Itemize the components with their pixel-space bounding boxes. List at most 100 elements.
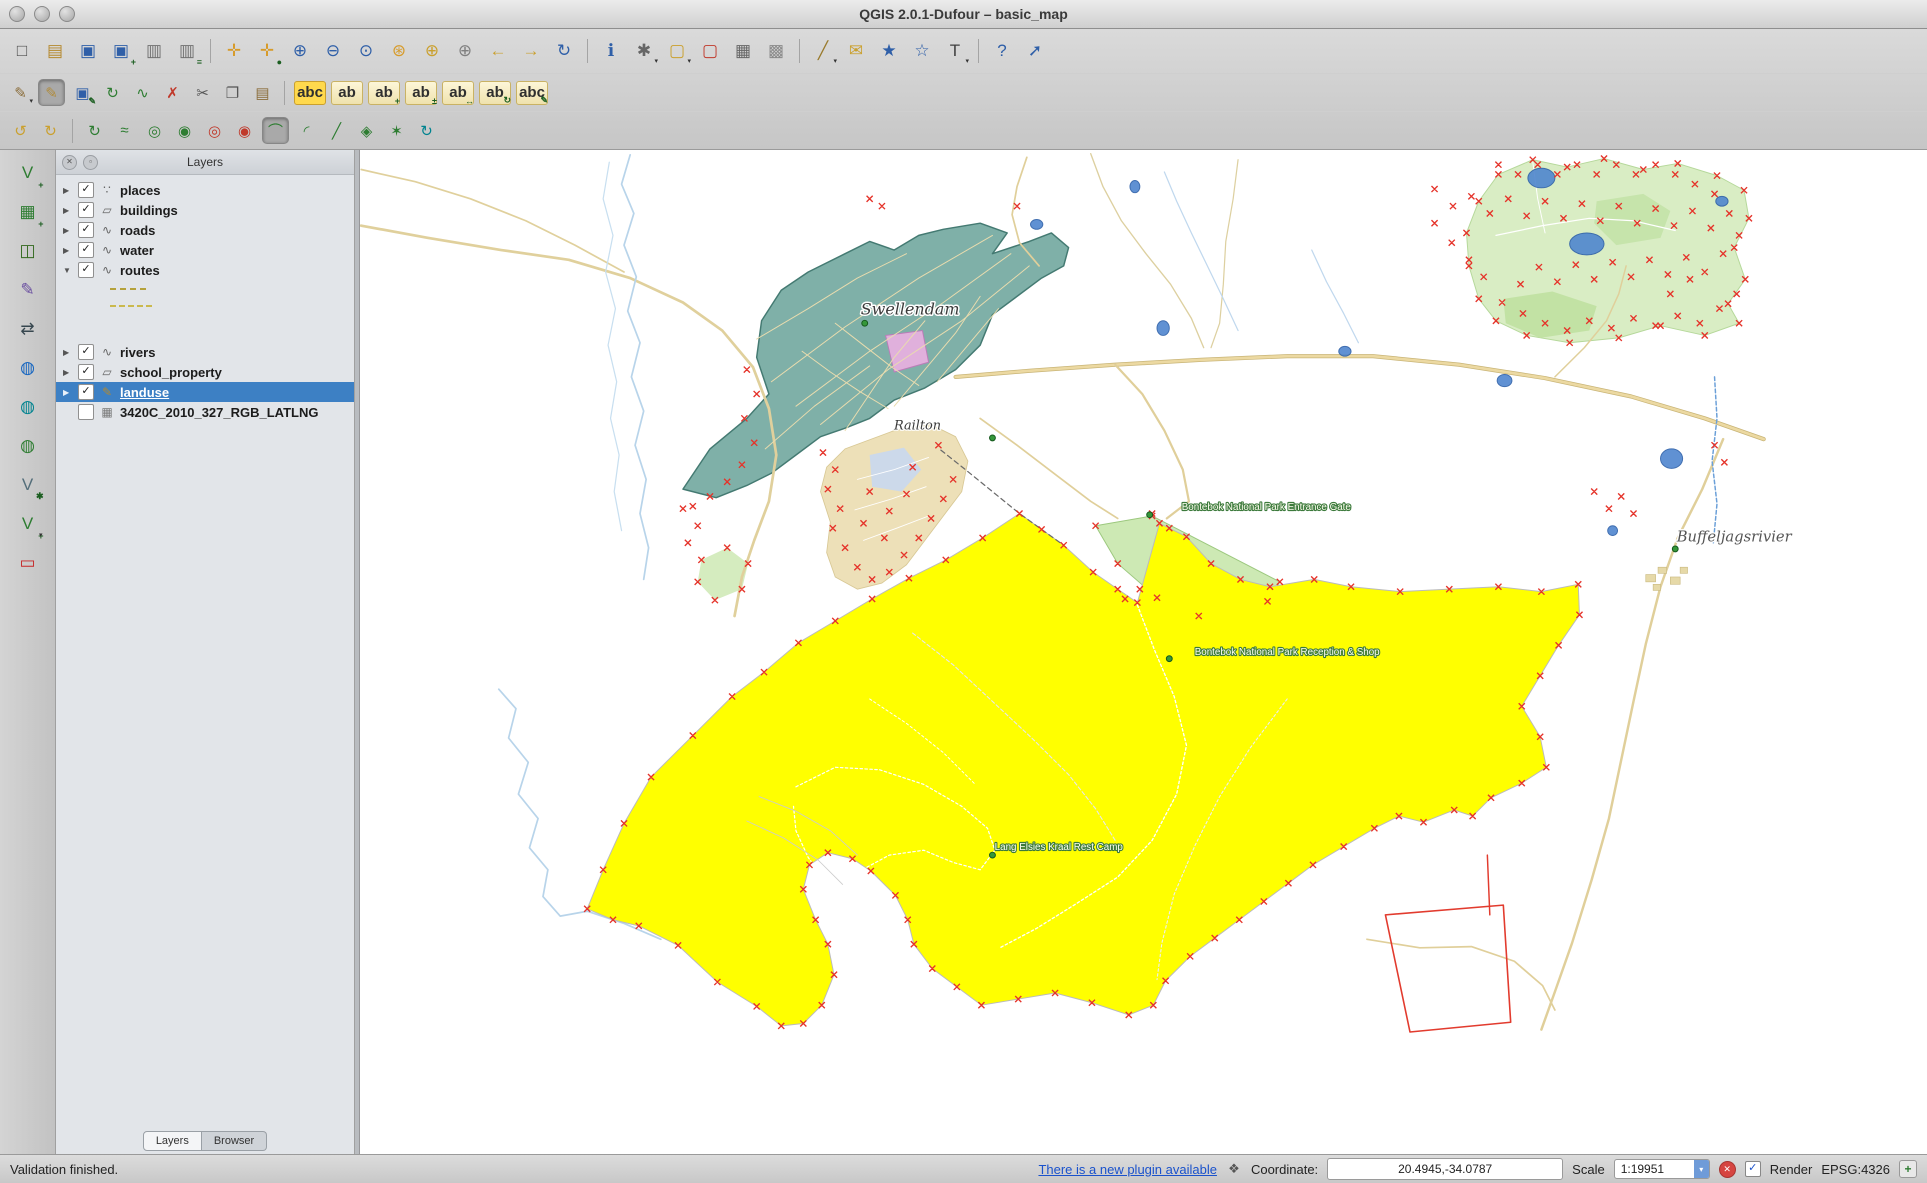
save-project-icon[interactable]: ▣: [74, 37, 102, 65]
layer-item-rivers[interactable]: ▶✓∿rivers: [56, 342, 354, 362]
zoom-full-extent-icon[interactable]: ⊛: [385, 37, 413, 65]
coordinate-input[interactable]: [1327, 1158, 1563, 1180]
layer-visibility-checkbox[interactable]: ✓: [78, 182, 94, 198]
layer-item-school_property[interactable]: ▶✓▱school_property: [56, 362, 354, 382]
layer-item-places[interactable]: ▶✓∵places: [56, 180, 354, 200]
zoom-out-icon[interactable]: ⊖: [319, 37, 347, 65]
pan-to-selection-icon[interactable]: ✛●: [253, 37, 281, 65]
panel-tab-browser[interactable]: Browser: [202, 1131, 267, 1151]
save-project-as-icon[interactable]: ▣+: [107, 37, 135, 65]
layer-item-roads[interactable]: ▶✓∿roads: [56, 220, 354, 240]
stop-render-icon[interactable]: ✕: [1719, 1161, 1736, 1178]
add-part-icon[interactable]: ◉: [172, 118, 197, 143]
label-toolbar-highlight-icon[interactable]: abc: [294, 81, 326, 105]
layer-visibility-checkbox[interactable]: ✓: [78, 384, 94, 400]
delete-selected-icon[interactable]: ✗: [160, 80, 185, 105]
reshape-features-icon[interactable]: ⌒: [262, 117, 289, 144]
map-tips-icon[interactable]: ✉: [842, 37, 870, 65]
save-layer-edits-icon[interactable]: ▣✎: [70, 80, 95, 105]
select-features-icon[interactable]: ▢▾: [663, 37, 691, 65]
show-hide-labels-icon[interactable]: ab±: [405, 81, 437, 105]
open-project-icon[interactable]: ▤: [41, 37, 69, 65]
layer-item-water[interactable]: ▶✓∿water: [56, 240, 354, 260]
rotate-features-icon[interactable]: ↻: [82, 118, 107, 143]
close-window-button[interactable]: [9, 6, 25, 22]
whats-this-icon[interactable]: ➚: [1021, 37, 1049, 65]
zoom-to-layer-icon[interactable]: ⊕: [451, 37, 479, 65]
zoom-window-button[interactable]: [59, 6, 75, 22]
move-label-icon[interactable]: ab↔: [442, 81, 474, 105]
layer-visibility-checkbox[interactable]: ✓: [78, 242, 94, 258]
composer-manager-icon[interactable]: ▥≡: [173, 37, 201, 65]
measure-line-icon[interactable]: ╱▾: [809, 37, 837, 65]
expand-arrow-icon[interactable]: ▶: [63, 348, 73, 357]
add-spatialite-layer-icon[interactable]: ✎: [13, 275, 43, 305]
add-wcs-layer-icon[interactable]: ◍: [13, 392, 43, 422]
open-attribute-table-icon[interactable]: ▦: [729, 37, 757, 65]
add-wfs-layer-icon[interactable]: ◍: [13, 431, 43, 461]
expand-arrow-icon[interactable]: ▶: [63, 246, 73, 255]
toggle-editing-icon[interactable]: ✎: [38, 79, 65, 106]
delete-ring-icon[interactable]: ◎: [202, 118, 227, 143]
new-shapefile-layer-icon[interactable]: V✱: [13, 470, 43, 500]
layer-item-buildings[interactable]: ▶✓▱buildings: [56, 200, 354, 220]
help-contents-icon[interactable]: ?: [988, 37, 1016, 65]
merge-features-icon[interactable]: ◈: [354, 118, 379, 143]
panel-tab-layers[interactable]: Layers: [143, 1131, 202, 1151]
new-bookmark-icon[interactable]: ★: [875, 37, 903, 65]
field-calculator-icon[interactable]: ▩: [762, 37, 790, 65]
message-log-button[interactable]: +: [1899, 1160, 1917, 1178]
layer-visibility-checkbox[interactable]: ✓: [78, 262, 94, 278]
copy-features-icon[interactable]: ❐: [220, 80, 245, 105]
layer-visibility-checkbox[interactable]: ✓: [78, 344, 94, 360]
new-print-composer-icon[interactable]: ▥: [140, 37, 168, 65]
simplify-features-icon[interactable]: ≈: [112, 118, 137, 143]
zoom-last-icon[interactable]: ←: [484, 37, 512, 65]
map-canvas[interactable]: SwellendamRailtonBuffeljagsrivierBontebo…: [360, 150, 1927, 1154]
add-vector-layer-icon[interactable]: V+: [13, 158, 43, 188]
text-annotation-icon[interactable]: T▾: [941, 37, 969, 65]
scale-combo[interactable]: 1:19951 ▾: [1614, 1159, 1710, 1179]
split-features-icon[interactable]: ╱: [324, 118, 349, 143]
layer-visibility-checkbox[interactable]: [78, 404, 94, 420]
expand-arrow-icon[interactable]: ▶: [63, 226, 73, 235]
layer-item-landuse[interactable]: ▶✓✎landuse: [56, 382, 354, 402]
zoom-in-icon[interactable]: ⊕: [286, 37, 314, 65]
panel-close-icon[interactable]: ✕: [62, 155, 77, 170]
deselect-features-icon[interactable]: ▢: [696, 37, 724, 65]
zoom-to-selection-icon[interactable]: ⊕: [418, 37, 446, 65]
render-checkbox[interactable]: ✓: [1745, 1161, 1761, 1177]
layer-item-3420C_2010_327_RGB_LATLNG[interactable]: ▦3420C_2010_327_RGB_LATLNG: [56, 402, 354, 422]
expand-arrow-icon[interactable]: ▶: [63, 388, 73, 397]
plugin-available-link[interactable]: There is a new plugin available: [1038, 1162, 1217, 1177]
run-feature-action-icon[interactable]: ✱▾: [630, 37, 658, 65]
minimize-window-button[interactable]: [34, 6, 50, 22]
panel-float-icon[interactable]: ▫: [83, 155, 98, 170]
paste-features-icon[interactable]: ▤: [250, 80, 275, 105]
remove-layer-icon[interactable]: ▭: [13, 548, 43, 578]
layer-visibility-checkbox[interactable]: ✓: [78, 364, 94, 380]
layer-visibility-checkbox[interactable]: ✓: [78, 222, 94, 238]
add-ring-icon[interactable]: ◎: [142, 118, 167, 143]
cut-features-icon[interactable]: ✂: [190, 80, 215, 105]
rotate-feature-icon[interactable]: ↻: [100, 80, 125, 105]
undo-icon[interactable]: ↺: [8, 118, 33, 143]
layer-visibility-checkbox[interactable]: ✓: [78, 202, 94, 218]
simplify-feature-icon[interactable]: ∿: [130, 80, 155, 105]
show-bookmarks-icon[interactable]: ☆: [908, 37, 936, 65]
expand-arrow-icon[interactable]: ▶: [63, 186, 73, 195]
add-postgis-layer-icon[interactable]: ◫: [13, 236, 43, 266]
expand-arrow-icon[interactable]: ▶: [63, 368, 73, 377]
add-delimited-text-layer-icon[interactable]: V+▾: [13, 509, 43, 539]
layer-labeling-options-icon[interactable]: ab: [331, 81, 363, 105]
add-raster-layer-icon[interactable]: ▦+: [13, 197, 43, 227]
pan-map-icon[interactable]: ✛: [220, 37, 248, 65]
add-mssql-layer-icon[interactable]: ⇄: [13, 314, 43, 344]
add-wms-layer-icon[interactable]: ◍: [13, 353, 43, 383]
pin-unpin-labels-icon[interactable]: ab+: [368, 81, 400, 105]
zoom-next-icon[interactable]: →: [517, 37, 545, 65]
redo-icon[interactable]: ↻: [38, 118, 63, 143]
expand-arrow-icon[interactable]: ▼: [63, 266, 73, 275]
rotate-point-symbols-icon[interactable]: ✶: [384, 118, 409, 143]
snap-options-icon[interactable]: ↻: [414, 118, 439, 143]
